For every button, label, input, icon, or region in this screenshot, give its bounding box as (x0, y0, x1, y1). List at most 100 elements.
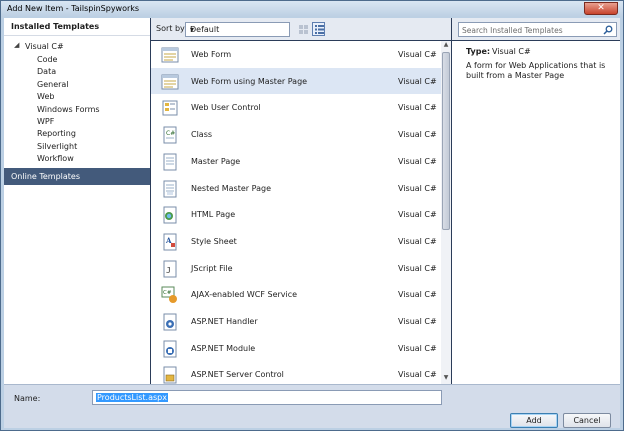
type-label: Type: (466, 47, 491, 56)
html-page-icon (161, 206, 179, 224)
window-title: Add New Item - TailspinSpyworks (7, 4, 140, 13)
svg-text:C#: C# (166, 130, 175, 137)
sort-by-select[interactable]: Default ▾ (185, 22, 290, 37)
close-button[interactable]: ✕ (584, 2, 618, 15)
name-label: Name: (14, 394, 41, 403)
template-language: Visual C# (398, 263, 437, 273)
module-icon (161, 340, 179, 358)
online-templates-item[interactable]: Online Templates (4, 168, 150, 185)
list-view-icon (315, 25, 324, 34)
template-language: Visual C# (398, 370, 437, 380)
tree-node-reporting[interactable]: Reporting (37, 129, 76, 141)
search-box[interactable] (458, 22, 617, 37)
template-row[interactable]: Web Form using Master Page Visual C# (151, 67, 441, 94)
template-language: Visual C# (398, 317, 437, 326)
large-icons-icon (299, 25, 308, 34)
scroll-up-icon[interactable]: ▲ (441, 41, 451, 51)
template-description: A form for Web Applications that is buil… (466, 61, 606, 80)
template-name: Web Form (191, 50, 232, 59)
add-button[interactable]: Add (510, 413, 558, 428)
template-name: Master Page (191, 156, 241, 166)
server-control-icon (161, 366, 179, 384)
template-row[interactable]: ASP.NET Module Visual C# (151, 335, 441, 361)
tree-node-label: Visual C# (25, 42, 64, 51)
template-language: Visual C# (398, 50, 437, 59)
template-row[interactable]: ASP.NET Server Control Visual C# (151, 361, 441, 384)
template-row[interactable]: Nested Master Page Visual C# (151, 175, 441, 201)
handler-icon (161, 313, 179, 331)
jscript-icon: J (161, 260, 179, 278)
template-name: Web Form using Master Page (191, 76, 308, 86)
search-input[interactable] (462, 24, 600, 36)
template-language: Visual C# (398, 236, 437, 246)
sort-toolbar: Sort by: Default ▾ (151, 18, 451, 40)
tree-node-general[interactable]: General (37, 80, 69, 92)
chevron-down-icon[interactable]: ▾ (190, 25, 286, 34)
search-icon[interactable] (603, 25, 613, 35)
tree-node-windows-forms[interactable]: Windows Forms (37, 105, 100, 117)
class-icon: C# (161, 126, 179, 144)
web-form-icon (161, 46, 179, 64)
template-details-pane: Type: Visual C# A form for Web Applicati… (452, 41, 620, 384)
expanded-arrow-icon[interactable]: ◢ (14, 41, 19, 49)
type-value: Visual C# (492, 47, 531, 56)
template-row[interactable]: J JScript File Visual C# (151, 255, 441, 281)
template-name: Class (191, 130, 213, 140)
user-control-icon (161, 99, 179, 117)
dialog-client: Installed Templates ◢ Visual C# Code Data… (4, 18, 620, 428)
template-language: Visual C# (398, 103, 437, 113)
template-name: JScript File (191, 263, 233, 273)
template-language: Visual C# (398, 76, 437, 86)
large-icons-view-button[interactable] (296, 22, 309, 36)
master-page-icon (161, 153, 179, 171)
template-row[interactable]: C# Class Visual C# (151, 121, 441, 147)
template-language: Visual C# (398, 130, 437, 140)
template-list: Web Form Visual C# Web Form using Master P… (151, 41, 441, 384)
installed-templates-label: Installed Templates (11, 22, 100, 31)
template-name: ASP.NET Module (191, 343, 256, 353)
wcf-service-icon: C# (161, 286, 179, 304)
search-toolbar (452, 18, 620, 40)
tree-node-code[interactable]: Code (37, 55, 57, 67)
name-field-value: ProductsList.aspx (96, 393, 168, 402)
tree-node-workflow[interactable]: Workflow (37, 154, 74, 166)
template-list-scrollbar[interactable]: ▲ ▼ (441, 41, 451, 384)
cancel-button[interactable]: Cancel (563, 413, 611, 428)
svg-text:J: J (166, 266, 171, 275)
web-form-master-icon (161, 73, 179, 91)
template-name: ASP.NET Handler (191, 317, 258, 326)
template-row[interactable]: Master Page Visual C# (151, 148, 441, 174)
scroll-thumb[interactable] (442, 52, 450, 230)
template-language: Visual C# (398, 210, 437, 220)
template-name: ASP.NET Server Control (191, 370, 284, 380)
template-row[interactable]: ASP.NET Handler Visual C# (151, 308, 441, 334)
svg-text:A: A (165, 236, 172, 245)
dialog-footer: Name: ProductsList.aspx Add Cancel (4, 384, 620, 428)
template-language: Visual C# (398, 343, 437, 353)
template-row[interactable]: A Style Sheet Visual C# (151, 228, 441, 254)
template-name: Nested Master Page (191, 183, 271, 193)
template-row[interactable]: Web User Control Visual C# (151, 94, 441, 120)
tree-node-data[interactable]: Data (37, 67, 56, 79)
template-row[interactable]: C# AJAX-enabled WCF Service Visual C# (151, 281, 441, 307)
template-name: Style Sheet (191, 236, 237, 246)
template-language: Visual C# (398, 156, 437, 166)
name-field[interactable]: ProductsList.aspx (92, 390, 442, 405)
template-language: Visual C# (398, 183, 437, 193)
style-sheet-icon: A (161, 233, 179, 251)
template-language: Visual C# (398, 290, 437, 300)
nested-master-icon (161, 180, 179, 198)
tree-node-web[interactable]: Web (37, 92, 54, 104)
template-row[interactable]: Web Form Visual C# (151, 41, 441, 67)
title-bar: Add New Item - TailspinSpyworks ✕ (1, 1, 623, 17)
installed-templates-header[interactable]: Installed Templates (4, 18, 150, 36)
online-templates-label: Online Templates (11, 172, 81, 181)
sort-by-label: Sort by: (156, 24, 187, 33)
scroll-down-icon[interactable]: ▼ (441, 374, 451, 384)
template-row[interactable]: HTML Page Visual C# (151, 201, 441, 227)
tree-node-wpf[interactable]: WPF (37, 117, 54, 129)
template-name: HTML Page (191, 210, 236, 220)
svg-text:C#: C# (163, 290, 172, 296)
tree-node-silverlight[interactable]: Silverlight (37, 142, 77, 154)
list-view-button[interactable] (312, 22, 325, 36)
